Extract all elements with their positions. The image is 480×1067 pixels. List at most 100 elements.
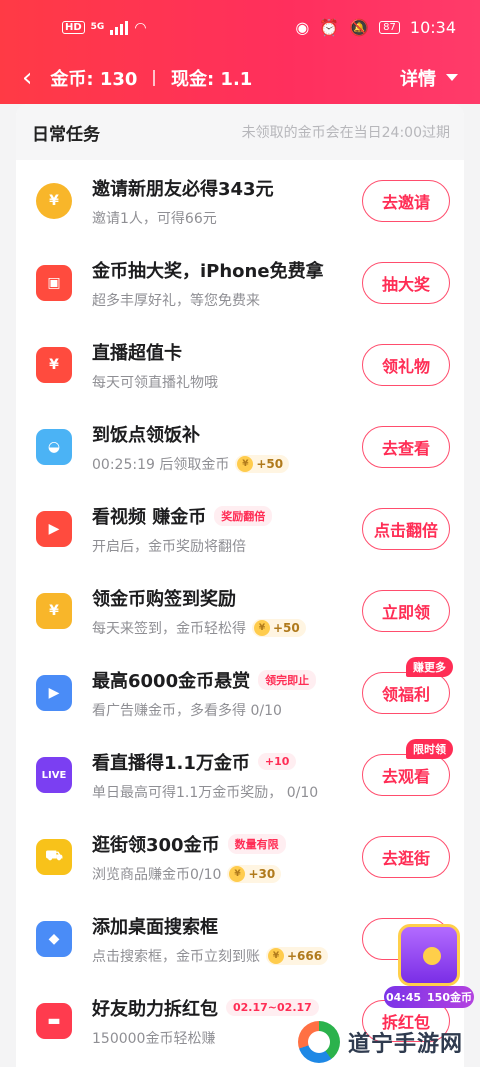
task-subtitle: 看广告赚金币，多看多得 0/10 bbox=[92, 702, 282, 719]
task-subtitle: 超多丰厚好礼，等您免费来 bbox=[92, 292, 260, 309]
coin-reward: ¥ +30 bbox=[227, 864, 282, 883]
task-title: 金币抽大奖，iPhone免费拿 bbox=[92, 260, 324, 282]
task-action-label: 点击翻倍 bbox=[373, 521, 438, 540]
task-action-button[interactable]: 领礼物 bbox=[362, 344, 450, 386]
task-action-label: 立即领 bbox=[381, 603, 430, 622]
coin-reward-value: +666 bbox=[287, 948, 323, 963]
signal-icon bbox=[110, 20, 129, 35]
task-action-button[interactable]: 抽大奖 bbox=[362, 262, 450, 304]
coin-reward-value: +30 bbox=[248, 866, 276, 881]
coin-icon: ¥ bbox=[237, 455, 254, 472]
gift-box-icon: ▣ bbox=[36, 265, 72, 301]
coin-icon: ¥ bbox=[254, 619, 270, 636]
task-subtitle-line: 超多丰厚好礼，等您免费来 bbox=[92, 290, 354, 310]
treasure-chest-icon bbox=[398, 924, 460, 986]
task-action-button[interactable]: 去查看 bbox=[362, 426, 450, 468]
task-subtitle: 点击搜索框，金币立刻到账 bbox=[92, 948, 260, 965]
task-title-line: 邀请新朋友必得343元 bbox=[92, 175, 354, 201]
task-tag: +10 bbox=[257, 753, 297, 770]
divider bbox=[153, 69, 155, 86]
detail-label: 详情 bbox=[400, 68, 436, 90]
back-icon[interactable]: ‹ bbox=[22, 65, 32, 91]
task-subtitle-line: 00:25:19 后领取金币 ¥ +50 bbox=[92, 454, 354, 474]
desktop-search-widget-icon: ◆ bbox=[36, 921, 72, 957]
chest-timer-bar: 04:45 150金币 bbox=[384, 986, 474, 1008]
task-tag: 数量有限 bbox=[227, 833, 286, 854]
task-row: ¥ 领金币购签到奖励每天来签到，金币轻松得 ¥ +50 立即领 bbox=[16, 570, 464, 652]
watermark-logo-icon bbox=[298, 1021, 340, 1063]
coin-icon: ¥ bbox=[229, 865, 246, 882]
task-row: ▶ 最高6000金币悬赏 领完即止 看广告赚金币，多看多得 0/10 赚更多 领福利 bbox=[16, 652, 464, 734]
task-action-label: 领福利 bbox=[381, 685, 430, 704]
task-title-line: 添加桌面搜索框 bbox=[92, 913, 354, 939]
promo-badge: 赚更多 bbox=[406, 657, 453, 677]
task-subtitle-line: 开启后，金币奖励将翻倍 bbox=[92, 536, 354, 556]
task-action-button[interactable]: 赚更多领福利 bbox=[362, 657, 453, 714]
task-title: 看直播得1.1万金币 bbox=[92, 752, 250, 774]
wifi-icon: ◠ bbox=[134, 19, 147, 36]
header: ‹ 金币: 130 现金: 1.1 详情 bbox=[0, 55, 480, 100]
task-title: 邀请新朋友必得343元 bbox=[92, 178, 274, 200]
coin-reward-value: +50 bbox=[256, 456, 284, 471]
task-title-line: 到饭点领饭补 bbox=[92, 421, 354, 447]
task-subtitle: 00:25:19 后领取金币 bbox=[92, 456, 230, 473]
watermark-text: 道宁手游网 bbox=[348, 1032, 464, 1057]
task-title: 最高6000金币悬赏 bbox=[92, 670, 251, 692]
promo-badge: 限时领 bbox=[406, 739, 453, 759]
shopping-cart-icon: ⛟ bbox=[36, 839, 72, 875]
task-action-button[interactable]: 点击翻倍 bbox=[362, 508, 450, 550]
card-title: 日常任务 bbox=[32, 124, 100, 145]
task-title-line: 金币抽大奖，iPhone免费拿 bbox=[92, 257, 354, 283]
task-action-button[interactable]: 立即领 bbox=[362, 590, 450, 632]
task-tag: 02.17~02.17 bbox=[226, 999, 319, 1016]
task-title: 添加桌面搜索框 bbox=[92, 916, 218, 938]
task-subtitle-line: 点击搜索框，金币立刻到账 ¥ +666 bbox=[92, 946, 354, 966]
task-title-line: 好友助力拆红包 02.17~02.17 bbox=[92, 995, 354, 1021]
task-action-label: 去邀请 bbox=[381, 193, 430, 212]
task-subtitle-line: 单日最高可得1.1万金币奖励， 0/10 bbox=[92, 782, 354, 802]
task-text: 邀请新朋友必得343元邀请1人，可得66元 bbox=[92, 175, 354, 228]
task-subtitle: 每天来签到，金币轻松得 bbox=[92, 620, 246, 637]
task-text: 金币抽大奖，iPhone免费拿超多丰厚好礼，等您免费来 bbox=[92, 257, 354, 310]
cash-balance: 现金: 1.1 bbox=[170, 68, 253, 90]
clock: 10:34 bbox=[409, 18, 456, 37]
task-action-label: 去查看 bbox=[381, 439, 430, 458]
ad-video-icon: ▶ bbox=[36, 675, 72, 711]
task-tag: 奖励翻倍 bbox=[214, 505, 273, 526]
treasure-chest-widget[interactable]: 04:45 150金币 bbox=[384, 918, 474, 1010]
task-title: 好友助力拆红包 bbox=[92, 998, 218, 1020]
task-text: 逛街领300金币 数量有限 浏览商品赚金币0/10 ¥ +30 bbox=[92, 831, 354, 884]
task-subtitle-line: 浏览商品赚金币0/10 ¥ +30 bbox=[92, 864, 354, 884]
task-subtitle-line: 邀请1人，可得66元 bbox=[92, 208, 354, 228]
task-title: 到饭点领饭补 bbox=[92, 424, 200, 446]
task-subtitle-line: 看广告赚金币，多看多得 0/10 bbox=[92, 700, 354, 720]
top-bar: HD 5G ◠ ◉ ⏰ 🔕 87 10:34 ‹ 金币: 130 现金: 1.1… bbox=[0, 0, 480, 104]
detail-button[interactable]: 详情 bbox=[400, 65, 458, 91]
chest-timer: 04:45 bbox=[386, 990, 422, 1004]
task-row: ▶ 看视频 赚金币 奖励翻倍 开启后，金币奖励将翻倍 点击翻倍 bbox=[16, 488, 464, 570]
coin-icon: ¥ bbox=[268, 947, 284, 964]
chest-coins: 150金币 bbox=[427, 991, 472, 1004]
watermark: 道宁手游网 bbox=[298, 1020, 463, 1064]
task-text: 添加桌面搜索框点击搜索框，金币立刻到账 ¥ +666 bbox=[92, 913, 354, 966]
task-text: 看视频 赚金币 奖励翻倍 开启后，金币奖励将翻倍 bbox=[92, 503, 354, 556]
task-title: 领金币购签到奖励 bbox=[92, 588, 236, 610]
task-subtitle-line: 每天可领直播礼物哦 bbox=[92, 372, 354, 392]
coin-reward-value: +50 bbox=[273, 620, 300, 635]
coin-reward: ¥ +666 bbox=[266, 946, 329, 965]
status-bar: HD 5G ◠ ◉ ⏰ 🔕 87 10:34 bbox=[0, 0, 480, 55]
task-text: 领金币购签到奖励每天来签到，金币轻松得 ¥ +50 bbox=[92, 585, 354, 638]
coin-reward: ¥ +50 bbox=[235, 454, 290, 473]
gold-coin-icon: ¥ bbox=[36, 183, 72, 219]
mute-icon: 🔕 bbox=[349, 18, 370, 37]
task-text: 看直播得1.1万金币 +10 单日最高可得1.1万金币奖励， 0/10 bbox=[92, 749, 354, 802]
task-subtitle: 150000金币轻松赚 bbox=[92, 1030, 216, 1047]
task-action-button[interactable]: 限时领 去观看 bbox=[362, 739, 453, 796]
eye-icon: ◉ bbox=[295, 18, 310, 37]
task-row: ¥ 邀请新朋友必得343元邀请1人，可得66元 去邀请 bbox=[16, 160, 464, 242]
card-header: 日常任务 未领取的金币会在当日24:00过期 bbox=[16, 104, 464, 160]
battery-icon: 87 bbox=[379, 21, 400, 34]
task-title: 直播超值卡 bbox=[92, 342, 182, 364]
task-action-button[interactable]: 去邀请 bbox=[362, 180, 450, 222]
task-action-button[interactable]: 去逛街 bbox=[362, 836, 450, 878]
